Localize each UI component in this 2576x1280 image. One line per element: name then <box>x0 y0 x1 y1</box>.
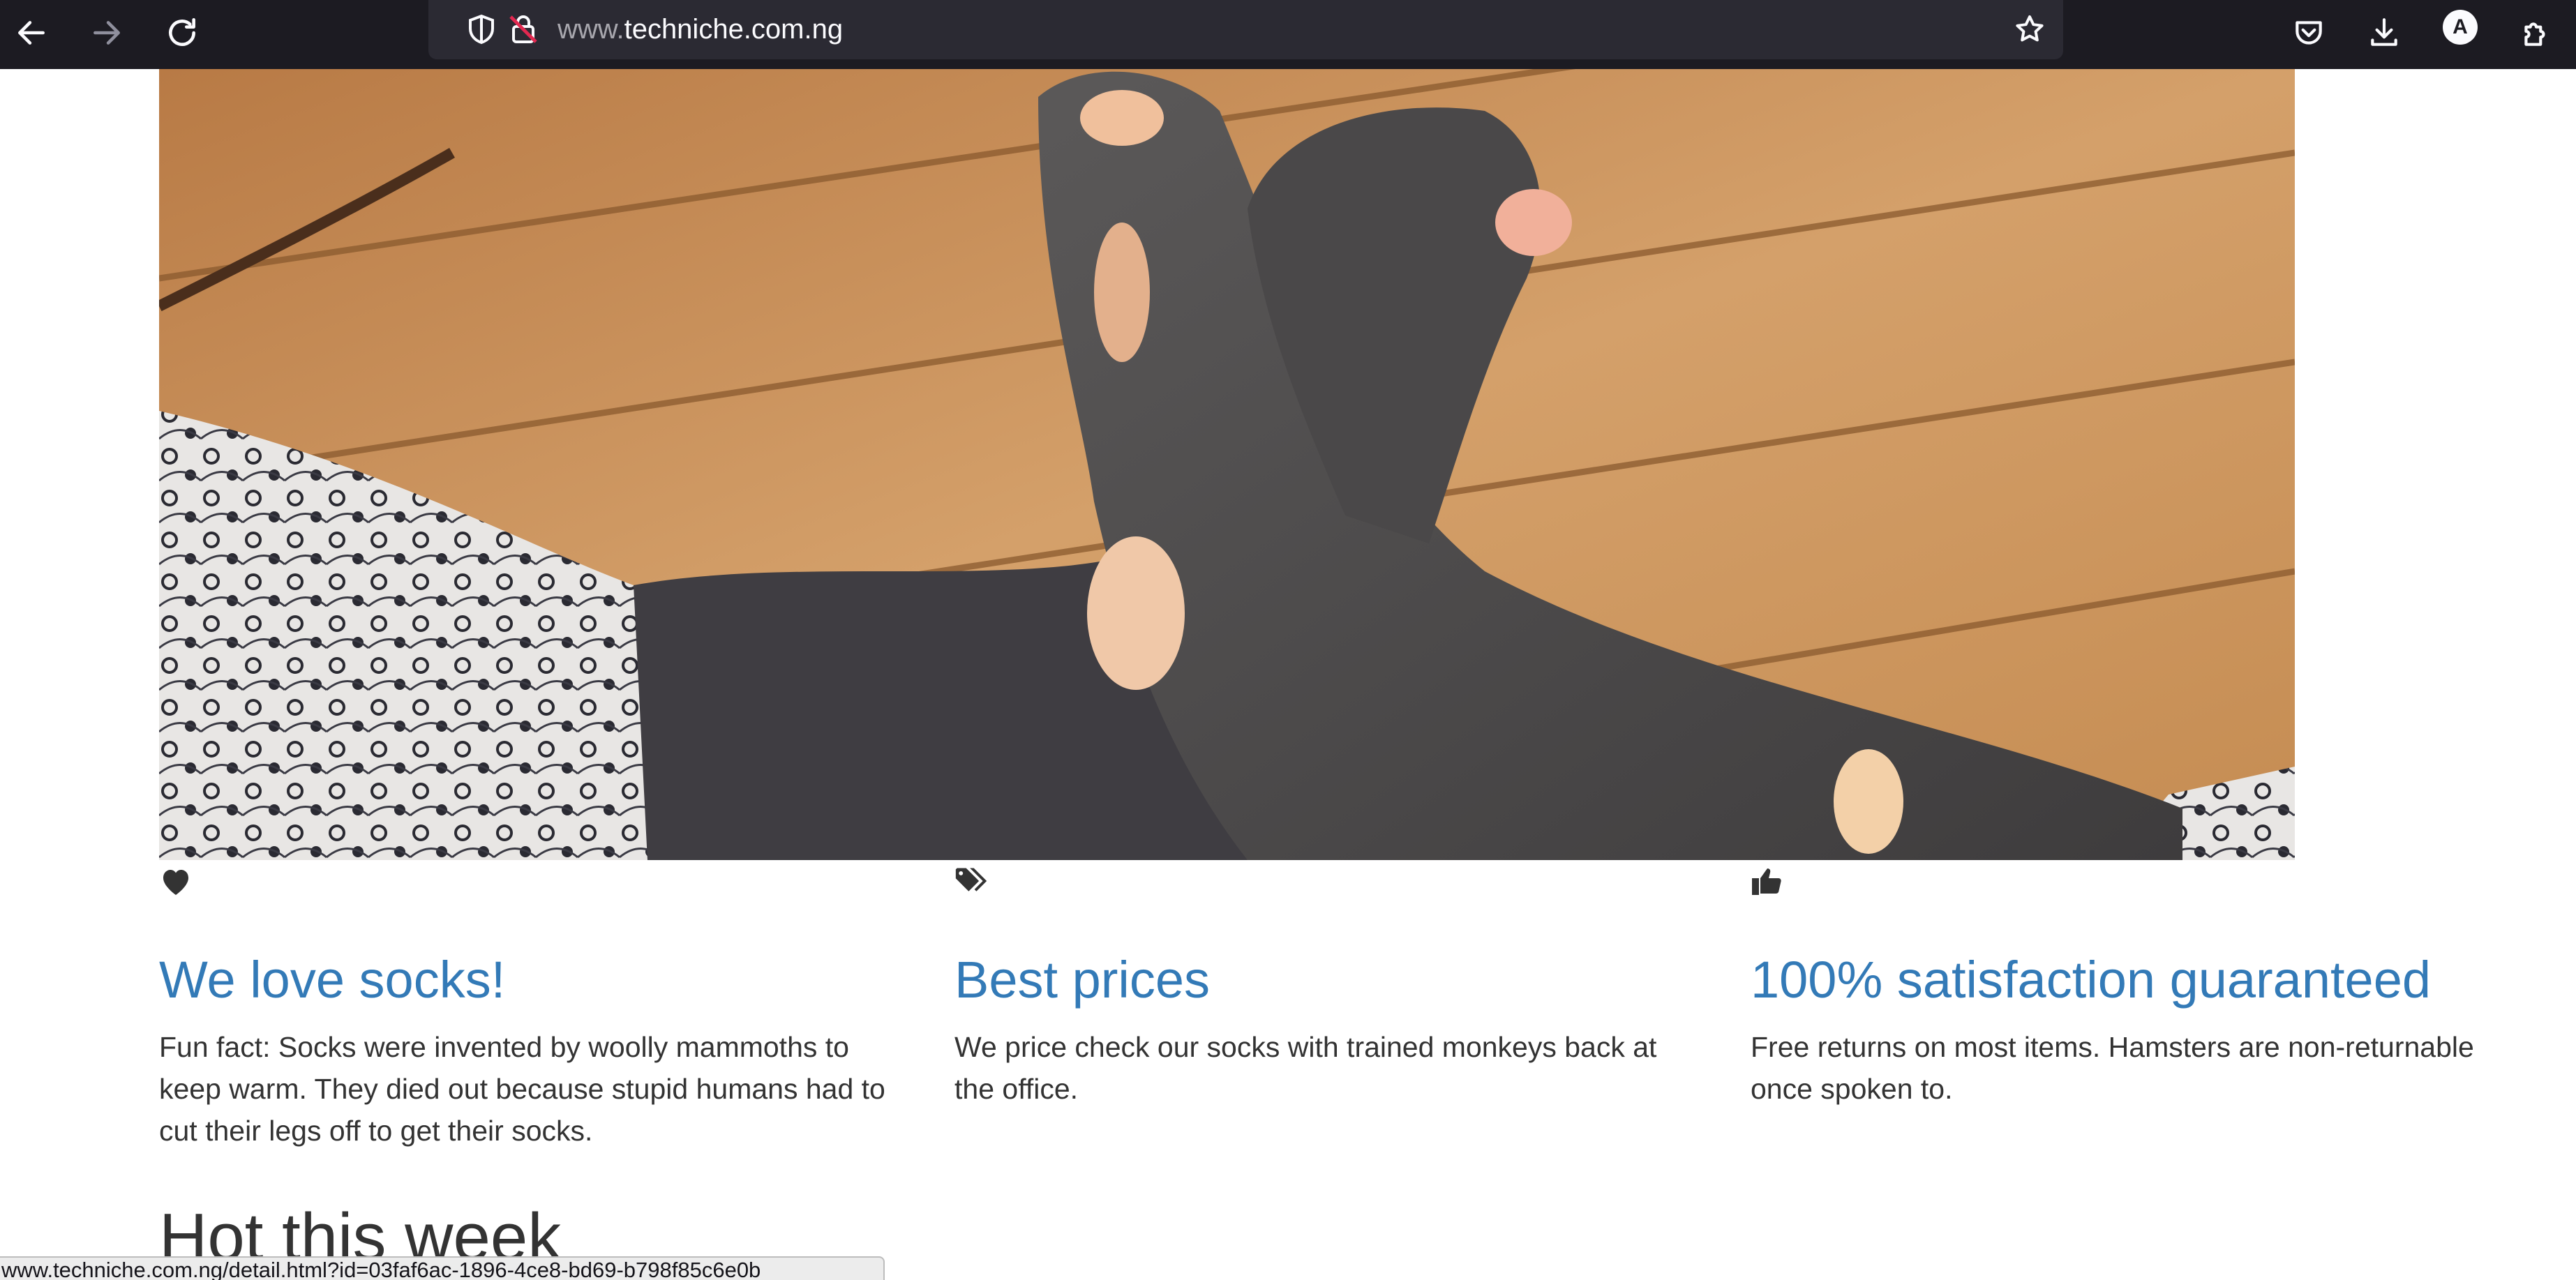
feature-satisfaction: 100% satisfaction guaranteed Free return… <box>1751 866 2490 1110</box>
tags-icon <box>954 866 1694 899</box>
browser-toolbar: www.techniche.com.ng A <box>0 0 2576 69</box>
puzzle-extensions-icon <box>2519 15 2554 54</box>
arrow-left-icon <box>14 15 49 54</box>
thumbs-up-icon <box>1751 866 2490 899</box>
feature-title: 100% satisfaction guaranteed <box>1751 951 2432 1009</box>
tracking-protection-shield-icon[interactable] <box>462 10 501 49</box>
hero-image <box>159 69 2295 860</box>
forward-button[interactable] <box>82 10 131 59</box>
star-icon[interactable] <box>2010 10 2049 49</box>
address-bar[interactable]: www.techniche.com.ng <box>428 0 2063 59</box>
arrow-right-icon <box>89 15 124 54</box>
extensions-button[interactable] <box>2512 10 2561 59</box>
reload-icon <box>165 15 200 54</box>
feature-love-socks: We love socks! Fun fact: Socks were inve… <box>159 866 899 1152</box>
reload-button[interactable] <box>158 10 207 59</box>
page-content: We love socks! Fun fact: Socks were inve… <box>0 69 2576 1280</box>
feature-title: Best prices <box>954 951 1211 1009</box>
heart-icon <box>159 866 899 899</box>
feature-text: Free returns on most items. Hamsters are… <box>1751 1031 2474 1105</box>
feature-text: Fun fact: Socks were invented by woolly … <box>159 1031 885 1147</box>
account-avatar[interactable]: A <box>2443 10 2478 45</box>
url-prefix: www. <box>557 14 624 45</box>
back-button[interactable] <box>7 10 56 59</box>
url-text[interactable]: www.techniche.com.ng <box>557 13 843 46</box>
feature-text: We price check our socks with trained mo… <box>954 1031 1657 1105</box>
pocket-button[interactable] <box>2284 10 2333 59</box>
link-status-bar: www.techniche.com.ng/detail.html?id=03fa… <box>0 1256 885 1280</box>
download-icon <box>2367 15 2402 54</box>
feature-title: We love socks! <box>159 951 506 1009</box>
insecure-lock-icon[interactable] <box>504 10 543 49</box>
feature-best-prices: Best prices We price check our socks wit… <box>954 866 1694 1110</box>
downloads-button[interactable] <box>2360 10 2409 59</box>
url-domain: techniche.com.ng <box>624 14 844 45</box>
pocket-icon <box>2291 15 2326 54</box>
